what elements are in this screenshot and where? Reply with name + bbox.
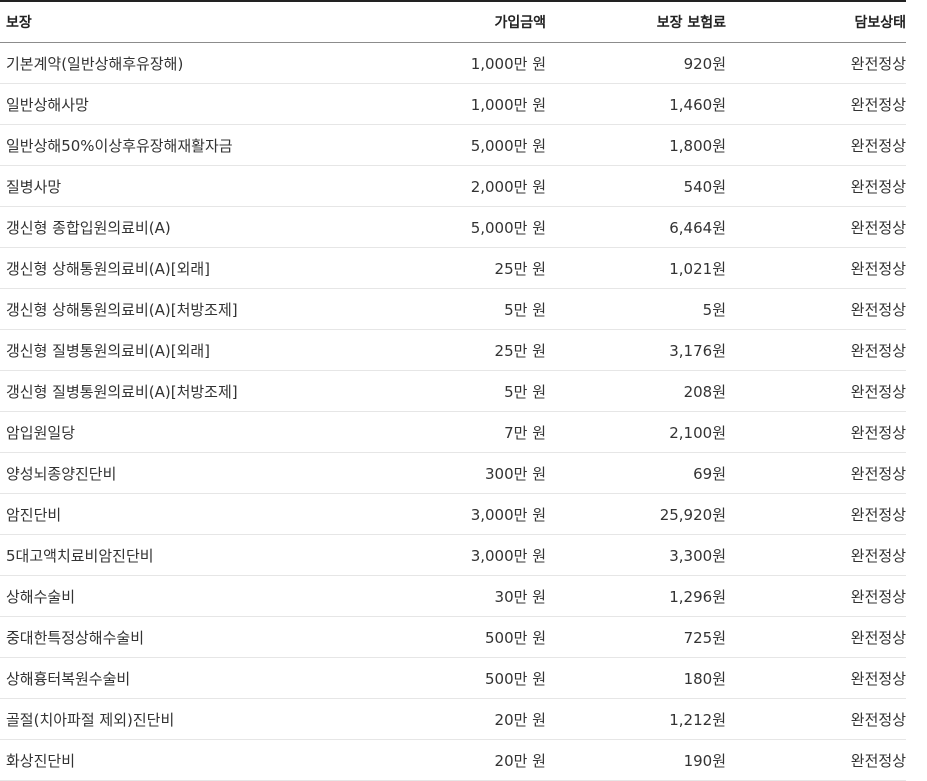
cell-status: 완전정상 <box>726 534 906 576</box>
cell-status: 완전정상 <box>726 206 906 248</box>
table-row: 중대한특정상해수술비 500만 원 725원 완전정상 <box>0 616 906 658</box>
cell-amount: 1,000만 원 <box>330 83 546 125</box>
cell-coverage: 갱신형 상해통원의료비(A)[처방조제] <box>0 288 330 330</box>
cell-amount: 1,000만 원 <box>330 42 546 84</box>
cell-premium: 25,920원 <box>546 493 726 535</box>
cell-coverage: 갱신형 질병통원의료비(A)[처방조제] <box>0 370 330 412</box>
cell-amount: 300만 원 <box>330 452 546 494</box>
table-row: 갱신형 종합입원의료비(A) 5,000만 원 6,464원 완전정상 <box>0 206 906 248</box>
cell-premium: 69원 <box>546 452 726 494</box>
cell-coverage: 일반상해50%이상후유장해재활자금 <box>0 124 330 166</box>
cell-status: 완전정상 <box>726 452 906 494</box>
cell-status: 완전정상 <box>726 165 906 207</box>
cell-premium: 1,296원 <box>546 575 726 617</box>
header-row: 보장 가입금액 보장 보험료 담보상태 <box>0 1 906 43</box>
cell-coverage: 상해수술비 <box>0 575 330 617</box>
table-row: 화상진단비 20만 원 190원 완전정상 <box>0 739 906 781</box>
cell-premium: 190원 <box>546 739 726 781</box>
cell-coverage: 갱신형 종합입원의료비(A) <box>0 206 330 248</box>
table-header: 보장 가입금액 보장 보험료 담보상태 <box>0 1 906 43</box>
cell-amount: 5만 원 <box>330 288 546 330</box>
cell-premium: 920원 <box>546 42 726 84</box>
cell-amount: 500만 원 <box>330 657 546 699</box>
table-row: 기본계약(일반상해후유장해) 1,000만 원 920원 완전정상 <box>0 42 906 84</box>
table-row: 상해흉터복원수술비 500만 원 180원 완전정상 <box>0 657 906 699</box>
table-body: 기본계약(일반상해후유장해) 1,000만 원 920원 완전정상 일반상해사망 1,00… <box>0 42 906 781</box>
cell-premium: 1,021원 <box>546 247 726 289</box>
cell-coverage: 질병사망 <box>0 165 330 207</box>
cell-amount: 20만 원 <box>330 739 546 781</box>
cell-amount: 5,000만 원 <box>330 124 546 166</box>
table-row: 일반상해사망 1,000만 원 1,460원 완전정상 <box>0 83 906 125</box>
table-row: 갱신형 상해통원의료비(A)[처방조제] 5만 원 5원 완전정상 <box>0 288 906 330</box>
table-row: 골절(치아파절 제외)진단비 20만 원 1,212원 완전정상 <box>0 698 906 740</box>
cell-coverage: 골절(치아파절 제외)진단비 <box>0 698 330 740</box>
cell-premium: 540원 <box>546 165 726 207</box>
cell-premium: 1,460원 <box>546 83 726 125</box>
cell-premium: 208원 <box>546 370 726 412</box>
cell-premium: 1,800원 <box>546 124 726 166</box>
table-row: 갱신형 질병통원의료비(A)[외래] 25만 원 3,176원 완전정상 <box>0 329 906 371</box>
table-row: 갱신형 질병통원의료비(A)[처방조제] 5만 원 208원 완전정상 <box>0 370 906 412</box>
cell-coverage: 5대고액치료비암진단비 <box>0 534 330 576</box>
cell-coverage: 갱신형 질병통원의료비(A)[외래] <box>0 329 330 371</box>
cell-status: 완전정상 <box>726 83 906 125</box>
table-row: 일반상해50%이상후유장해재활자금 5,000만 원 1,800원 완전정상 <box>0 124 906 166</box>
cell-amount: 20만 원 <box>330 698 546 740</box>
cell-status: 완전정상 <box>726 247 906 289</box>
cell-status: 완전정상 <box>726 739 906 781</box>
cell-status: 완전정상 <box>726 288 906 330</box>
cell-status: 완전정상 <box>726 616 906 658</box>
cell-premium: 6,464원 <box>546 206 726 248</box>
cell-premium: 725원 <box>546 616 726 658</box>
cell-status: 완전정상 <box>726 370 906 412</box>
cell-status: 완전정상 <box>726 42 906 84</box>
table-row: 암입원일당 7만 원 2,100원 완전정상 <box>0 411 906 453</box>
cell-coverage: 암입원일당 <box>0 411 330 453</box>
cell-coverage: 상해흉터복원수술비 <box>0 657 330 699</box>
cell-coverage: 일반상해사망 <box>0 83 330 125</box>
cell-amount: 25만 원 <box>330 247 546 289</box>
header-coverage: 보장 <box>0 1 330 43</box>
cell-amount: 3,000만 원 <box>330 493 546 535</box>
cell-status: 완전정상 <box>726 657 906 699</box>
cell-status: 완전정상 <box>726 124 906 166</box>
cell-coverage: 양성뇌종양진단비 <box>0 452 330 494</box>
cell-status: 완전정상 <box>726 698 906 740</box>
cell-amount: 500만 원 <box>330 616 546 658</box>
cell-status: 완전정상 <box>726 329 906 371</box>
cell-amount: 25만 원 <box>330 329 546 371</box>
cell-status: 완전정상 <box>726 493 906 535</box>
cell-premium: 5원 <box>546 288 726 330</box>
cell-amount: 2,000만 원 <box>330 165 546 207</box>
cell-premium: 180원 <box>546 657 726 699</box>
cell-coverage: 중대한특정상해수술비 <box>0 616 330 658</box>
table-row: 상해수술비 30만 원 1,296원 완전정상 <box>0 575 906 617</box>
table-row: 양성뇌종양진단비 300만 원 69원 완전정상 <box>0 452 906 494</box>
cell-premium: 3,176원 <box>546 329 726 371</box>
header-amount: 가입금액 <box>330 1 546 43</box>
cell-premium: 3,300원 <box>546 534 726 576</box>
table-row: 5대고액치료비암진단비 3,000만 원 3,300원 완전정상 <box>0 534 906 576</box>
coverage-table: 보장 가입금액 보장 보험료 담보상태 기본계약(일반상해후유장해) 1,000만… <box>0 0 906 781</box>
cell-amount: 5만 원 <box>330 370 546 412</box>
cell-coverage: 화상진단비 <box>0 739 330 781</box>
header-premium: 보장 보험료 <box>546 1 726 43</box>
header-status: 담보상태 <box>726 1 906 43</box>
cell-status: 완전정상 <box>726 411 906 453</box>
table-row: 질병사망 2,000만 원 540원 완전정상 <box>0 165 906 207</box>
cell-amount: 3,000만 원 <box>330 534 546 576</box>
cell-coverage: 갱신형 상해통원의료비(A)[외래] <box>0 247 330 289</box>
cell-amount: 30만 원 <box>330 575 546 617</box>
table-row: 암진단비 3,000만 원 25,920원 완전정상 <box>0 493 906 535</box>
cell-premium: 2,100원 <box>546 411 726 453</box>
cell-status: 완전정상 <box>726 575 906 617</box>
cell-amount: 7만 원 <box>330 411 546 453</box>
cell-coverage: 기본계약(일반상해후유장해) <box>0 42 330 84</box>
cell-premium: 1,212원 <box>546 698 726 740</box>
table-row: 갱신형 상해통원의료비(A)[외래] 25만 원 1,021원 완전정상 <box>0 247 906 289</box>
cell-amount: 5,000만 원 <box>330 206 546 248</box>
cell-coverage: 암진단비 <box>0 493 330 535</box>
